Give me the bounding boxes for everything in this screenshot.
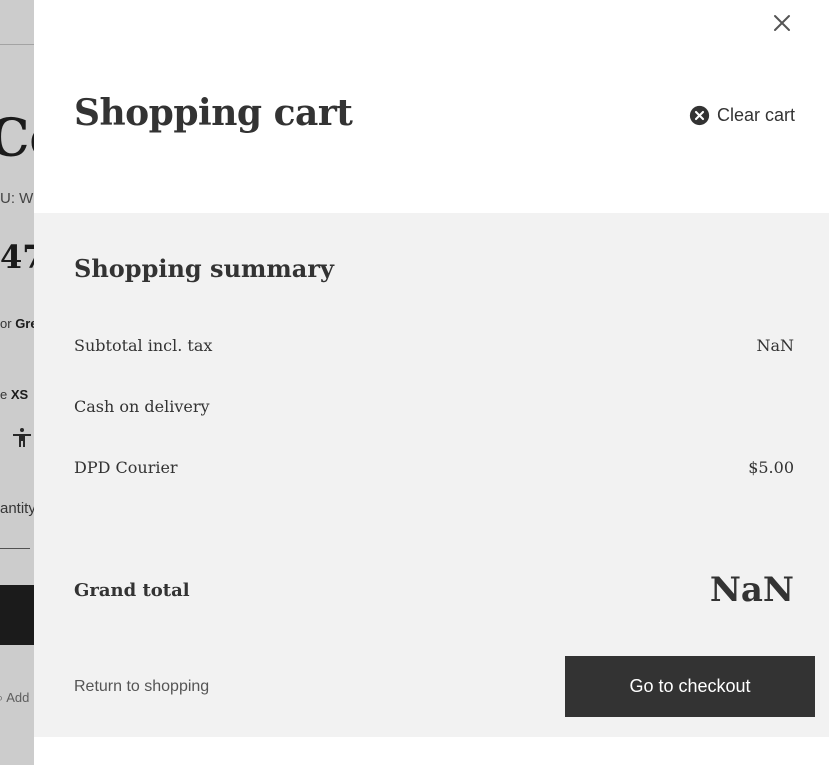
- grand-total-value: NaN: [709, 570, 794, 610]
- subtotal-value: NaN: [756, 336, 794, 355]
- subtotal-label: Subtotal incl. tax: [74, 336, 213, 355]
- cart-title: Shopping cart: [74, 92, 353, 134]
- clear-cart-label: Clear cart: [717, 104, 796, 125]
- close-icon[interactable]: [770, 11, 794, 35]
- payment-method-label: Cash on delivery: [74, 397, 210, 416]
- return-to-shopping-link[interactable]: Return to shopping: [74, 678, 209, 696]
- shipping-method-label: DPD Courier: [74, 458, 178, 477]
- clear-cart-button[interactable]: Clear cart: [689, 103, 795, 127]
- shipping-cost-value: $5.00: [748, 458, 794, 477]
- go-to-checkout-button[interactable]: Go to checkout: [565, 656, 815, 717]
- summary-title: Shopping summary: [74, 254, 334, 283]
- grand-total-label: Grand total: [74, 580, 190, 601]
- clear-circle-icon: [689, 105, 710, 125]
